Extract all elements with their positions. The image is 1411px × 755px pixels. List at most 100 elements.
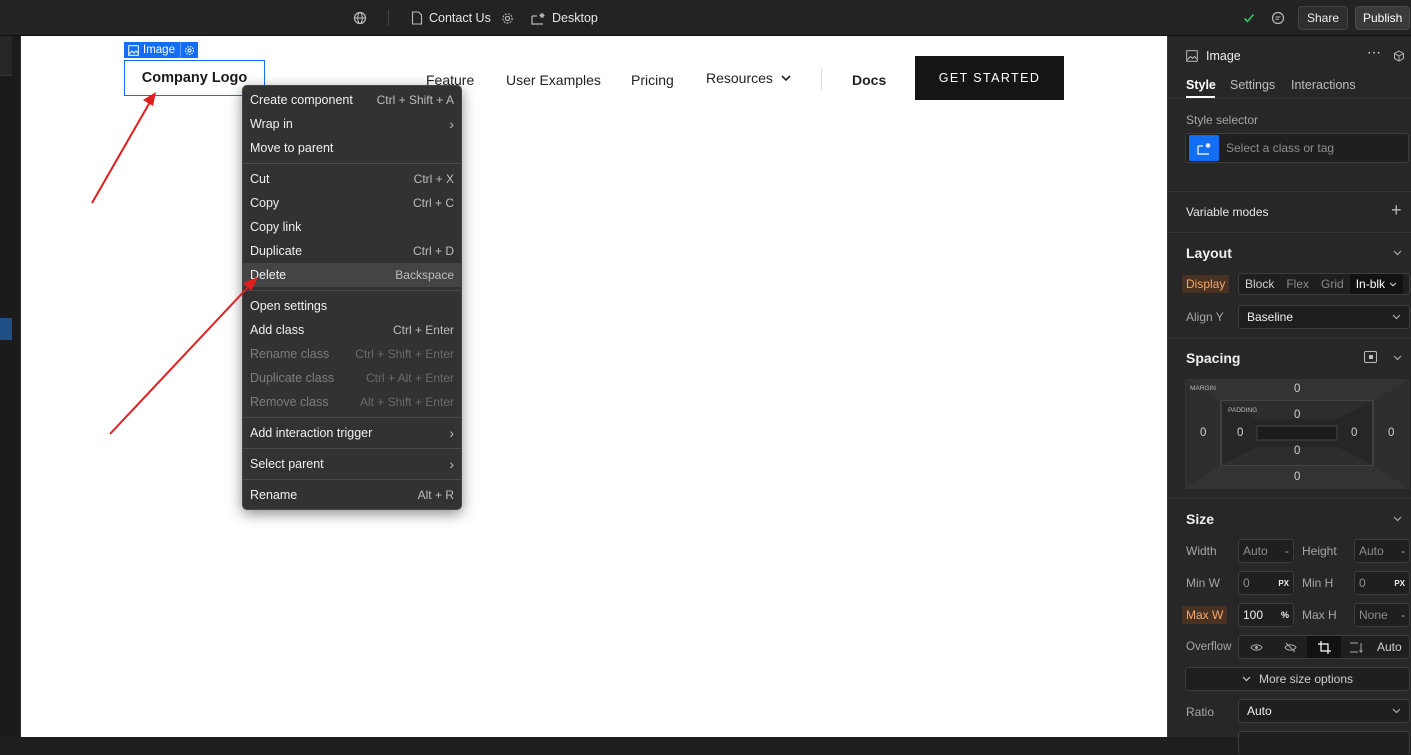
- nav-link-docs[interactable]: Docs: [852, 72, 886, 88]
- section-divider: [1168, 232, 1411, 233]
- page-selector[interactable]: Contact Us: [411, 0, 514, 36]
- desktop-breakpoint-icon: [531, 12, 545, 25]
- tab-style[interactable]: Style: [1186, 78, 1216, 92]
- min-width-input[interactable]: 0 PX: [1238, 571, 1294, 595]
- chevron-down-icon[interactable]: [1393, 355, 1402, 361]
- section-divider: [1168, 498, 1411, 499]
- crop-icon[interactable]: [1307, 636, 1341, 658]
- page-name: Contact Us: [429, 11, 491, 25]
- comment-icon[interactable]: [1271, 0, 1285, 36]
- padding-bottom-value[interactable]: 0: [1294, 445, 1300, 457]
- chevron-down-icon[interactable]: [1393, 250, 1402, 256]
- display-option-flex[interactable]: Flex: [1280, 274, 1315, 294]
- menu-item-delete[interactable]: Delete Backspace: [243, 263, 461, 287]
- spacing-mode-icon[interactable]: [1364, 351, 1377, 363]
- ratio-select[interactable]: Auto: [1238, 699, 1410, 723]
- align-y-value: Baseline: [1247, 310, 1294, 324]
- padding-top-value[interactable]: 0: [1294, 409, 1300, 421]
- min-height-label: Min H: [1302, 576, 1334, 590]
- max-width-input[interactable]: 100%: [1238, 603, 1294, 627]
- chevron-down-icon: [1392, 708, 1401, 714]
- display-label[interactable]: Display: [1182, 275, 1230, 293]
- margin-top-value[interactable]: 0: [1294, 383, 1300, 395]
- nav-link-resources[interactable]: Resources: [706, 70, 791, 86]
- menu-item-rename-class: Rename class Ctrl + Shift + Enter: [250, 347, 454, 361]
- height-input[interactable]: Auto -: [1354, 539, 1410, 563]
- scroll-icon[interactable]: [1341, 636, 1371, 658]
- menu-item-add-class[interactable]: Add class Ctrl + Enter: [243, 318, 461, 342]
- menu-item-duplicate[interactable]: Duplicate Ctrl + D: [243, 239, 461, 263]
- check-icon: [1243, 0, 1255, 36]
- component-icon[interactable]: [1393, 49, 1405, 67]
- design-canvas[interactable]: Image Company Logo Feature User Examples…: [21, 36, 1167, 737]
- left-sidebar: [0, 36, 21, 737]
- style-panel: Image ⋯ Style Settings Interactions Styl…: [1167, 36, 1411, 755]
- display-option-grid[interactable]: Grid: [1315, 274, 1350, 294]
- selector-icon: [1189, 135, 1219, 161]
- image-icon: [1186, 49, 1198, 67]
- publish-button[interactable]: Publish: [1355, 6, 1411, 30]
- menu-item-rename[interactable]: Rename Alt + R: [243, 483, 461, 507]
- width-label: Width: [1186, 544, 1217, 558]
- menu-item-wrap-in[interactable]: Wrap in ›: [243, 112, 461, 136]
- eye-off-icon[interactable]: [1273, 636, 1307, 658]
- menu-separator: [243, 163, 461, 164]
- menu-item-copy-link[interactable]: Copy link: [243, 215, 461, 239]
- spacing-section-title[interactable]: Spacing: [1186, 350, 1240, 366]
- overflow-label: Overflow: [1186, 641, 1232, 653]
- add-icon[interactable]: +: [1391, 200, 1402, 221]
- tab-interactions[interactable]: Interactions: [1291, 78, 1356, 92]
- globe-icon[interactable]: [353, 0, 367, 36]
- menu-item-duplicate-class: Duplicate class Ctrl + Alt + Enter: [250, 371, 454, 385]
- layout-section-title[interactable]: Layout: [1186, 245, 1232, 261]
- menu-item-select-parent[interactable]: Select parent ›: [243, 452, 461, 476]
- style-selector-label: Style selector: [1186, 113, 1259, 127]
- element-name: Image: [1206, 49, 1241, 63]
- width-input[interactable]: Auto -: [1238, 539, 1294, 563]
- get-started-button[interactable]: GET STARTED: [915, 56, 1064, 100]
- overflow-auto-option[interactable]: Auto: [1371, 636, 1408, 658]
- context-menu: Create component Ctrl + Shift + A Wrap in…: [242, 85, 462, 510]
- menu-item-open-settings[interactable]: Open settings: [243, 294, 461, 318]
- margin-right-value[interactable]: 0: [1388, 427, 1394, 439]
- eye-icon[interactable]: [1239, 636, 1273, 658]
- size-section-title[interactable]: Size: [1186, 511, 1214, 527]
- chevron-right-icon: ›: [449, 425, 454, 441]
- menu-item-cut[interactable]: Cut Ctrl + X: [243, 167, 461, 191]
- section-divider: [1168, 191, 1411, 192]
- display-option-inline-block[interactable]: In-blk: [1349, 274, 1404, 294]
- max-width-label[interactable]: Max W: [1182, 606, 1228, 624]
- padding-right-value[interactable]: 0: [1351, 427, 1357, 439]
- chevron-down-icon: [1242, 676, 1251, 682]
- selection-label[interactable]: Image: [124, 42, 198, 58]
- min-height-input[interactable]: 0 PX: [1354, 571, 1410, 595]
- ratio-value: Auto: [1247, 704, 1272, 718]
- align-y-select[interactable]: Baseline: [1238, 305, 1410, 329]
- tab-divider: [1168, 98, 1411, 99]
- next-row-control[interactable]: [1238, 731, 1410, 755]
- nav-divider: [821, 68, 822, 90]
- chevron-down-icon: [1389, 281, 1397, 286]
- menu-item-create-component[interactable]: Create component Ctrl + Shift + A: [243, 88, 461, 112]
- margin-bottom-value[interactable]: 0: [1294, 471, 1300, 483]
- share-button[interactable]: Share: [1298, 6, 1349, 30]
- nav-link-pricing[interactable]: Pricing: [631, 72, 674, 88]
- nav-link-user-examples[interactable]: User Examples: [506, 72, 601, 88]
- style-selector-input[interactable]: Select a class or tag: [1185, 133, 1409, 163]
- padding-left-value[interactable]: 0: [1237, 427, 1243, 439]
- gear-icon[interactable]: [501, 12, 514, 25]
- selection-label-text: Image: [143, 44, 175, 56]
- more-size-options-button[interactable]: More size options: [1185, 667, 1410, 691]
- margin-left-value[interactable]: 0: [1200, 427, 1206, 439]
- menu-item-copy[interactable]: Copy Ctrl + C: [243, 191, 461, 215]
- chevron-down-icon[interactable]: [1393, 516, 1402, 522]
- display-option-block[interactable]: Block: [1239, 274, 1280, 294]
- menu-item-add-interaction-trigger[interactable]: Add interaction trigger ›: [243, 421, 461, 445]
- more-options-icon[interactable]: ⋯: [1367, 44, 1382, 61]
- selection-settings-icon[interactable]: [179, 42, 198, 58]
- menu-separator: [243, 479, 461, 480]
- menu-item-move-to-parent[interactable]: Move to parent: [243, 136, 461, 160]
- tab-settings[interactable]: Settings: [1230, 78, 1275, 92]
- max-height-input[interactable]: None -: [1354, 603, 1410, 627]
- breakpoint-selector[interactable]: Desktop: [531, 0, 598, 36]
